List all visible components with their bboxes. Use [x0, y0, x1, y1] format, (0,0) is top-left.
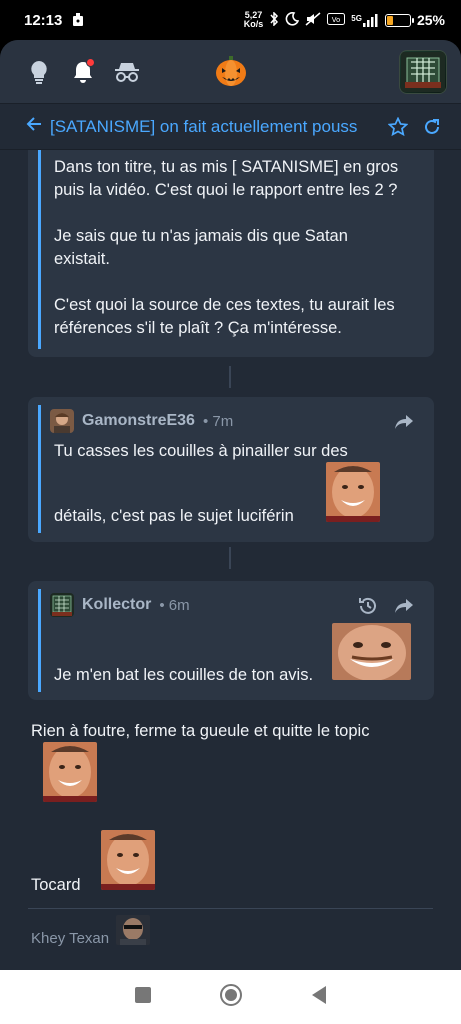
text-line: puis la vidéo. C'est quoi le rapport ent… [54, 181, 398, 199]
quote-card: GamonstreE36 • 7m Tu casses les couilles… [28, 397, 434, 542]
top-toolbar [0, 40, 461, 104]
back-arrow-icon[interactable] [26, 115, 42, 138]
quote-bar [38, 150, 41, 349]
volte-icon: Vo [327, 12, 346, 28]
thread-connector [229, 366, 231, 388]
post-text: Tu casses les couilles à pinailler sur d… [54, 442, 348, 460]
author-avatar[interactable] [50, 593, 74, 617]
signature-text: Khey Texan [31, 930, 110, 947]
star-icon[interactable] [385, 114, 411, 140]
history-icon[interactable] [356, 594, 380, 618]
clock: 12:13 [24, 11, 63, 29]
pumpkin-icon[interactable] [214, 54, 248, 88]
battery-percent: 25% [416, 12, 445, 28]
net-speed: 5,27 Ko/s [243, 10, 264, 29]
zidane-sticker [332, 623, 411, 680]
user-avatar[interactable] [399, 49, 447, 94]
post-text: Je m'en bat les couilles de ton avis. [54, 666, 314, 684]
zidane-sticker [101, 830, 155, 890]
text-line: existait. [54, 250, 110, 268]
bluetooth-icon [269, 10, 279, 29]
share-icon[interactable] [392, 594, 416, 618]
bell-icon[interactable] [66, 55, 100, 89]
lock-icon [72, 13, 84, 27]
zidane-sticker [326, 462, 380, 522]
topic-bar: [SATANISME] on fait actuellement pouss [0, 104, 461, 150]
post-text: détails, c'est pas le sujet luciférin [54, 507, 294, 525]
text-line: Dans ton titre, tu as mis [ SATANISME] e… [54, 158, 399, 176]
author-avatar[interactable] [50, 409, 74, 433]
post-header: GamonstreE36 • 7m [50, 409, 233, 433]
signature-divider [28, 908, 433, 909]
svg-text:Vo: Vo [332, 16, 341, 24]
quote-text: Dans ton titre, tu as mis [ SATANISME] e… [54, 156, 420, 340]
reply-text: Tocard [31, 876, 81, 894]
status-bar: 12:13 5,27 Ko/s Vo 5G 25% [0, 0, 461, 40]
battery-icon [384, 13, 414, 27]
text-line: références s'il te plaît ? Ça m'intéress… [54, 319, 342, 337]
quote-card: Kollector • 6m Je m'en bat les couilles … [28, 581, 434, 700]
moon-icon [285, 11, 300, 29]
topic-title[interactable]: [SATANISME] on fait actuellement pouss [50, 117, 377, 137]
share-icon[interactable] [392, 410, 416, 434]
author-name[interactable]: Kollector [82, 596, 151, 614]
notification-dot [86, 57, 95, 67]
app-window: [SATANISME] on fait actuellement pouss D… [0, 40, 461, 970]
thread-connector [229, 547, 231, 569]
text-line: C'est quoi la source de ces textes, tu a… [54, 296, 395, 314]
quote-bar [38, 589, 41, 692]
mute-icon [305, 11, 321, 29]
home-button[interactable] [219, 983, 243, 1012]
bulb-icon[interactable] [22, 55, 56, 89]
post-time: • 7m [202, 412, 234, 430]
system-nav-bar [0, 970, 461, 1024]
zidane-sticker [43, 742, 97, 802]
back-button[interactable] [310, 985, 328, 1010]
post-time: • 6m [159, 596, 190, 614]
post-header: Kollector • 6m [50, 593, 190, 617]
reply-text: Rien à foutre, ferme ta gueule et quitte… [31, 722, 370, 740]
refresh-icon[interactable] [419, 114, 445, 140]
incognito-icon[interactable] [110, 55, 144, 89]
message-list[interactable]: Dans ton titre, tu as mis [ SATANISME] e… [0, 150, 461, 970]
recents-button[interactable] [134, 986, 152, 1009]
signature-image [116, 915, 150, 945]
quote-card: Dans ton titre, tu as mis [ SATANISME] e… [28, 150, 434, 357]
text-line: Je sais que tu n'as jamais dis que Satan [54, 227, 348, 245]
author-name[interactable]: GamonstreE36 [82, 412, 195, 430]
quote-bar [38, 405, 41, 533]
signal-icon: 5G [351, 13, 379, 27]
